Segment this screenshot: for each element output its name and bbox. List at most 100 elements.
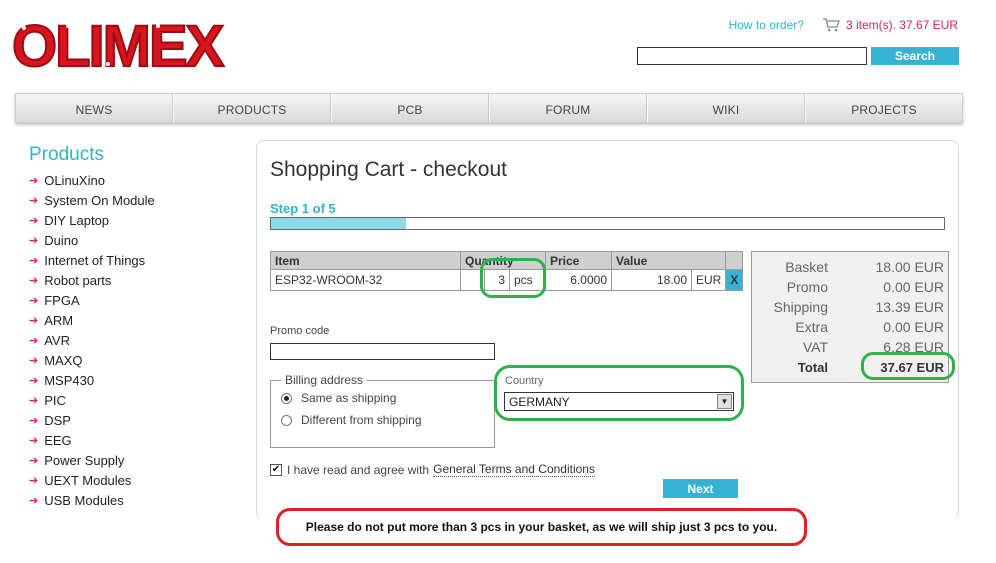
search-bar: Search (637, 47, 959, 65)
sidebar-item-internet-of-things[interactable]: ➔ Internet of Things (29, 250, 239, 270)
nav-products[interactable]: PRODUCTS (173, 94, 331, 122)
arrow-right-icon: ➔ (29, 354, 39, 367)
summary-row-shipping: Shipping 13.39 EUR (752, 297, 945, 317)
terms-agreement: ✔ I have read and agree with General Ter… (270, 462, 595, 477)
sidebar-item-dsp[interactable]: ➔ DSP (29, 410, 239, 430)
how-to-order-link[interactable]: How to order? (729, 18, 804, 32)
promo-label: Promo code (270, 325, 330, 337)
progress-fill (271, 218, 406, 229)
sidebar-list: ➔ OLinuXino ➔ System On Module ➔ DIY Laptop ➔ D… (29, 170, 239, 510)
sidebar-item-diy-laptop[interactable]: ➔ DIY Laptop (29, 210, 239, 230)
search-button[interactable]: Search (871, 47, 959, 65)
sidebar-item-arm[interactable]: ➔ ARM (29, 310, 239, 330)
billing-different-option[interactable]: Different from shipping (281, 409, 494, 431)
summary-value: 6.28 EUR (883, 339, 944, 355)
header-price: Price (545, 251, 612, 270)
sidebar-item-label: DSP (44, 412, 71, 428)
sidebar-item-system-on-module[interactable]: ➔ System On Module (29, 190, 239, 210)
sidebar-item-label: OLinuXino (44, 172, 105, 188)
sidebar-item-label: Robot parts (44, 272, 112, 288)
sidebar-item-eeg[interactable]: ➔ EEG (29, 430, 239, 450)
terms-checkbox[interactable]: ✔ (270, 463, 282, 476)
arrow-right-icon: ➔ (29, 334, 39, 347)
sidebar-item-fpga[interactable]: ➔ FPGA (29, 290, 239, 310)
sidebar-item-label: Internet of Things (44, 252, 146, 268)
sidebar-item-usb-modules[interactable]: ➔ USB Modules (29, 490, 239, 510)
summary-label: Extra (795, 319, 828, 335)
cart-table: Item Quantity Price Value ESP32-WROOM-32… (270, 251, 744, 291)
cell-currency: EUR (690, 269, 727, 291)
sidebar: Products ➔ OLinuXino ➔ System On Module ➔ DIY… (29, 144, 239, 510)
sidebar-item-label: UEXT Modules (44, 472, 132, 488)
page-title: Shopping Cart - checkout (270, 158, 507, 181)
sidebar-item-avr[interactable]: ➔ AVR (29, 330, 239, 350)
summary-value: 0.00 EUR (883, 279, 944, 295)
arrow-right-icon: ➔ (29, 474, 39, 487)
sidebar-item-pic[interactable]: ➔ PIC (29, 390, 239, 410)
remove-item-button[interactable]: X (725, 269, 744, 291)
arrow-right-icon: ➔ (29, 274, 39, 287)
sidebar-item-label: MAXQ (44, 352, 83, 368)
summary-label: Shipping (773, 299, 829, 315)
radio-same-label: Same as shipping (301, 391, 397, 405)
header-remove (725, 251, 744, 270)
cell-price: 6.0000 (545, 269, 612, 291)
terms-text: I have read and agree with (287, 462, 430, 477)
summary-value: 18.00 EUR (875, 259, 944, 275)
country-label: Country (505, 375, 544, 387)
cart-link[interactable]: 3 item(s). 37.67 EUR (822, 18, 958, 32)
main-nav: NEWS PRODUCTS PCB FORUM WIKI PROJECTS (15, 93, 963, 123)
cell-item: ESP32-WROOM-32 (270, 269, 461, 291)
arrow-right-icon: ➔ (29, 294, 39, 307)
quantity-input[interactable]: 3 (484, 269, 510, 291)
sidebar-item-label: PIC (44, 392, 66, 408)
sidebar-item-msp430[interactable]: ➔ MSP430 (29, 370, 239, 390)
radio-different-shipping[interactable] (281, 414, 292, 426)
promo-code-input[interactable] (270, 343, 495, 360)
cart-icon (822, 18, 840, 32)
sidebar-item-label: EEG (44, 432, 72, 448)
arrow-right-icon: ➔ (29, 174, 39, 187)
nav-pcb[interactable]: PCB (331, 94, 489, 122)
summary-label: Total (797, 359, 828, 375)
sidebar-item-label: FPGA (44, 292, 80, 308)
chevron-down-icon[interactable]: ▼ (717, 394, 732, 409)
radio-same-shipping[interactable] (281, 392, 292, 404)
search-input[interactable] (637, 47, 867, 65)
arrow-right-icon: ➔ (29, 434, 39, 447)
arrow-right-icon: ➔ (29, 394, 39, 407)
nav-news[interactable]: NEWS (16, 94, 173, 122)
sidebar-item-duino[interactable]: ➔ Duino (29, 230, 239, 250)
arrow-right-icon: ➔ (29, 234, 39, 247)
arrow-right-icon: ➔ (29, 254, 39, 267)
billing-same-option[interactable]: Same as shipping (281, 387, 494, 409)
sidebar-item-power-supply[interactable]: ➔ Power Supply (29, 450, 239, 470)
sidebar-item-olinuxino[interactable]: ➔ OLinuXino (29, 170, 239, 190)
header-item: Item (270, 251, 461, 270)
cell-qty-spacer (460, 269, 485, 291)
sidebar-item-label: System On Module (44, 192, 155, 208)
olimex-logo[interactable]: OLIMEX (8, 14, 226, 76)
summary-row-total: Total 37.67 EUR (752, 357, 944, 377)
nav-forum[interactable]: FORUM (489, 94, 647, 122)
summary-row-promo: Promo 0.00 EUR (752, 277, 944, 297)
summary-label: Promo (786, 279, 828, 295)
header-quantity: Quantity (460, 251, 546, 270)
nav-wiki[interactable]: WIKI (647, 94, 805, 122)
summary-row-vat: VAT 6.28 EUR (752, 337, 944, 357)
sidebar-item-uext-modules[interactable]: ➔ UEXT Modules (29, 470, 239, 490)
summary-value: 37.67 EUR (880, 359, 944, 375)
arrow-right-icon: ➔ (29, 454, 39, 467)
arrow-right-icon: ➔ (29, 414, 39, 427)
order-summary: Basket 18.00 EUR Promo 0.00 EUR Shipping 13.3… (751, 251, 949, 383)
terms-link[interactable]: General Terms and Conditions (433, 462, 595, 477)
nav-projects[interactable]: PROJECTS (805, 94, 962, 122)
sidebar-item-maxq[interactable]: ➔ MAXQ (29, 350, 239, 370)
sidebar-item-robot-parts[interactable]: ➔ Robot parts (29, 270, 239, 290)
next-button[interactable]: Next (663, 479, 738, 498)
sidebar-item-label: AVR (44, 332, 70, 348)
country-select[interactable]: GERMANY ▼ (504, 392, 734, 411)
table-row: ESP32-WROOM-32 3 pcs 6.0000 18.00 EUR X (270, 269, 744, 291)
summary-row-basket: Basket 18.00 EUR (752, 257, 944, 277)
header-value: Value (610, 251, 727, 270)
